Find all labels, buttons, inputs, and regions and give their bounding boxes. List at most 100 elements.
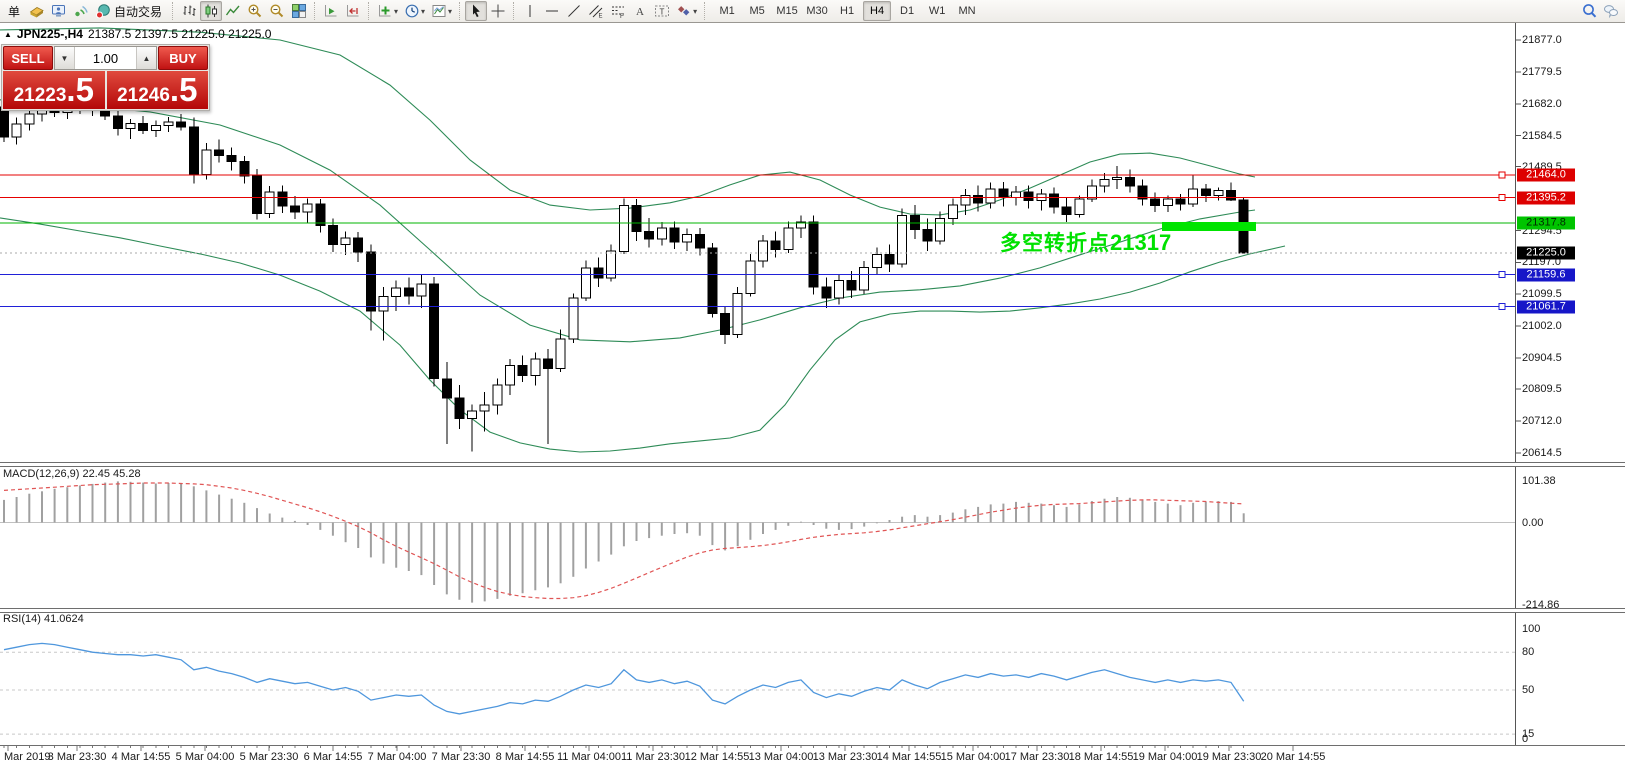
zoom-in-button[interactable] (244, 1, 266, 21)
candle (1201, 189, 1210, 196)
candle (265, 192, 274, 214)
timeframe-d1-button[interactable]: D1 (893, 1, 921, 21)
candle (632, 206, 641, 232)
macd-indicator-label: MACD(12,26,9) 22.45 45.28 (3, 468, 141, 480)
sell-price[interactable]: 21223 .5 (3, 71, 105, 109)
svg-text:T: T (660, 8, 665, 17)
trendline-button[interactable] (563, 1, 585, 21)
volume-up-button[interactable]: ▲ (136, 47, 156, 69)
search-icon (1581, 3, 1598, 19)
pane-separator-macd[interactable] (0, 462, 1625, 467)
candle (417, 284, 426, 296)
rsi-pane (0, 643, 1515, 734)
signals-button[interactable] (69, 1, 91, 21)
crosshair-button[interactable] (487, 1, 509, 21)
equidistant-channel-button[interactable]: E (585, 1, 607, 21)
turning-point-annotation[interactable]: 多空转折点21317 (1000, 227, 1171, 257)
timeframe-h4-button[interactable]: H4 (863, 1, 891, 21)
candle (1113, 178, 1122, 180)
candle (1062, 207, 1071, 214)
candle (25, 114, 34, 124)
candle (556, 339, 565, 368)
candle (468, 411, 477, 419)
tile-windows-button[interactable] (288, 1, 310, 21)
cursor-icon (468, 3, 484, 19)
fibonacci-button[interactable]: F (607, 1, 629, 21)
timeframe-m1-button[interactable]: M1 (713, 1, 741, 21)
annotation-text: 多空转折点 (1000, 232, 1110, 255)
arrows-icon (676, 3, 692, 19)
search-button[interactable] (1578, 1, 1600, 21)
timeframe-w1-button[interactable]: W1 (923, 1, 951, 21)
horizontal-level-lines[interactable] (0, 172, 1515, 310)
candle (999, 189, 1008, 197)
volume-down-button[interactable]: ▼ (55, 47, 75, 69)
auto-trading-button[interactable]: 自动交易 (91, 1, 168, 21)
candle (948, 205, 957, 218)
volume-value[interactable]: 1.00 (75, 47, 136, 69)
candle (670, 228, 679, 242)
zoom-out-button[interactable] (266, 1, 288, 21)
timeframe-m30-button[interactable]: M30 (803, 1, 831, 21)
deposit-button[interactable] (25, 1, 47, 21)
chat-icon (1602, 3, 1620, 19)
volume-stepper: ▼ 1.00 ▲ (54, 46, 157, 70)
candle (177, 122, 186, 127)
vertical-line-button[interactable] (519, 1, 541, 21)
text-icon: A (632, 3, 648, 19)
text-button[interactable]: A (629, 1, 651, 21)
candle (834, 281, 843, 298)
candle (708, 248, 717, 313)
cursor-button[interactable] (465, 1, 487, 21)
candlestick-chart-button[interactable] (200, 1, 222, 21)
templates-button[interactable]: ▾ (428, 1, 455, 21)
candle (1075, 199, 1084, 214)
svg-text:E: E (599, 14, 603, 20)
candle (784, 228, 793, 250)
chart-ohlc-values: 21387.5 21397.5 21225.0 21225.0 (88, 27, 272, 41)
indicators-button[interactable]: ▾ (374, 1, 401, 21)
line-chart-icon (225, 3, 241, 19)
bar-chart-button[interactable] (178, 1, 200, 21)
buy-price[interactable]: 21246 .5 (107, 71, 209, 109)
candle (354, 238, 363, 252)
candle (847, 281, 856, 291)
arrows-button[interactable]: ▾ (673, 1, 700, 21)
pane-separator-rsi[interactable] (0, 608, 1625, 613)
auto-scroll-button[interactable] (320, 1, 342, 21)
line-chart-button[interactable] (222, 1, 244, 21)
timeframe-h1-button[interactable]: H1 (833, 1, 861, 21)
svg-text:A: A (636, 6, 644, 18)
deposit-icon (28, 3, 45, 19)
collapse-panel-icon[interactable]: ▲ (4, 30, 12, 39)
text-label-button[interactable]: T (651, 1, 673, 21)
sell-button[interactable]: SELL (3, 46, 53, 70)
candle (164, 122, 173, 125)
candle (189, 127, 198, 174)
tile-windows-icon (291, 3, 307, 19)
chart-shift-button[interactable] (342, 1, 364, 21)
candlesticks (0, 96, 1248, 452)
periods-button[interactable]: ▾ (401, 1, 428, 21)
candle (455, 398, 464, 419)
candle (392, 288, 401, 297)
chart-canvas[interactable] (0, 0, 1625, 768)
timeframe-m5-button[interactable]: M5 (743, 1, 771, 21)
buy-price-fraction: .5 (170, 73, 198, 107)
horizontal-line-button[interactable] (541, 1, 563, 21)
timeframe-mn-button[interactable]: MN (953, 1, 981, 21)
candle (1138, 186, 1147, 199)
candle (139, 123, 148, 130)
chart-title-bar: ▲ JPN225-,H4 21387.5 21397.5 21225.0 212… (4, 27, 271, 41)
candle (1012, 192, 1021, 197)
indicators-icon (377, 3, 393, 19)
buy-button[interactable]: BUY (158, 46, 208, 70)
horizontal-line-icon (544, 3, 560, 19)
chat-button[interactable] (1600, 1, 1622, 21)
candle (1189, 189, 1198, 204)
accounts-button[interactable] (47, 1, 69, 21)
new-order-button[interactable]: 单 (3, 1, 25, 21)
timeframe-m15-button[interactable]: M15 (773, 1, 801, 21)
line-handle (1499, 272, 1505, 278)
candle (151, 125, 160, 130)
